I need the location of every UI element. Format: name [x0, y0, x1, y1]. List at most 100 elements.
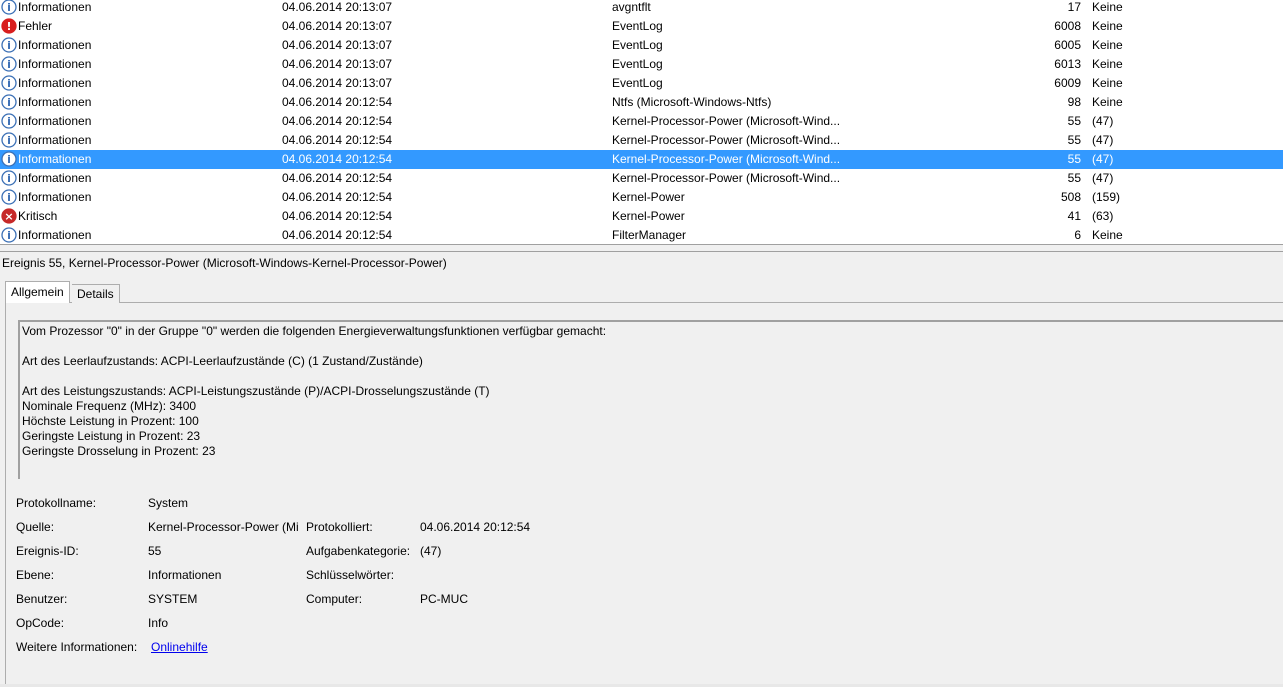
event-date: 04.06.2014 20:13:07 — [282, 0, 393, 14]
tab-general[interactable]: Allgemein — [5, 281, 70, 303]
info-icon: i — [1, 113, 17, 129]
event-row[interactable]: × Kritisch 04.06.2014 20:12:54 Kernel-Power… — [0, 207, 1283, 226]
info-icon: i — [1, 94, 17, 110]
event-row[interactable]: i Informationen 04.06.2014 20:13:07 EventLo… — [0, 55, 1283, 74]
svg-text:i: i — [7, 96, 11, 109]
event-date: 04.06.2014 20:13:07 — [282, 19, 393, 33]
event-source: EventLog — [612, 19, 663, 33]
message-line: Vom Prozessor "0" in der Gruppe "0" werd… — [22, 324, 607, 338]
level-value: Informationen — [148, 568, 222, 582]
event-source: Kernel-Processor-Power (Microsoft-Wind..… — [612, 171, 841, 185]
message-line: Nominale Frequenz (MHz): 3400 — [22, 399, 197, 413]
event-category: Keine — [1092, 38, 1123, 52]
event-row[interactable]: i Informationen 04.06.2014 20:12:54 Kernel-… — [0, 188, 1283, 207]
event-source: Ntfs (Microsoft-Windows-Ntfs) — [612, 95, 772, 109]
event-level: Informationen — [18, 228, 92, 242]
log-name-value: System — [148, 496, 189, 510]
event-row[interactable]: i Informationen 04.06.2014 20:12:54 Kernel-… — [0, 131, 1283, 150]
message-line: Art des Leerlaufzustands: ACPI-Leerlaufz… — [22, 354, 423, 368]
svg-text:i: i — [7, 134, 11, 147]
more-info-label: Weitere Informationen: — [16, 640, 138, 654]
message-line — [22, 369, 1283, 384]
event-category: (47) — [1092, 114, 1114, 128]
event-id: 508 — [1060, 190, 1081, 204]
logged-value: 04.06.2014 20:12:54 — [420, 520, 531, 534]
tab-details[interactable]: Details — [72, 284, 120, 303]
event-source: Kernel-Processor-Power (Microsoft-Wind..… — [612, 114, 841, 128]
event-date: 04.06.2014 20:12:54 — [282, 133, 393, 147]
info-icon: i — [1, 56, 17, 72]
svg-text:i: i — [7, 77, 11, 90]
event-level: Fehler — [18, 19, 53, 33]
event-date: 04.06.2014 20:12:54 — [282, 152, 393, 166]
event-id: 6009 — [1054, 76, 1081, 90]
log-name-label: Protokollname: — [16, 496, 97, 510]
info-icon: i — [1, 37, 17, 53]
event-category: Keine — [1092, 57, 1123, 71]
event-date: 04.06.2014 20:12:54 — [282, 95, 393, 109]
event-level: Informationen — [18, 38, 92, 52]
event-level: Informationen — [18, 171, 92, 185]
event-row[interactable]: i Informationen 04.06.2014 20:12:54 Kernel-… — [0, 112, 1283, 131]
opcode-label: OpCode: — [16, 616, 65, 630]
event-date: 04.06.2014 20:12:54 — [282, 171, 393, 185]
event-category: Keine — [1092, 0, 1123, 14]
event-id: 6 — [1074, 228, 1081, 242]
message-line: Art des Leistungszustands: ACPI-Leistung… — [22, 384, 490, 398]
event-row[interactable]: i Informationen 04.06.2014 20:12:54 Ntfs (M… — [0, 93, 1283, 112]
event-row[interactable]: i Informationen 04.06.2014 20:12:54 FilterM… — [0, 226, 1283, 244]
event-source: Kernel-Processor-Power (Microsoft-Wind..… — [612, 133, 841, 147]
event-source: Kernel-Power — [612, 190, 685, 204]
event-date: 04.06.2014 20:12:54 — [282, 114, 393, 128]
event-category: Keine — [1092, 76, 1123, 90]
event-row[interactable]: i Informationen 04.06.2014 20:13:07 EventLo… — [0, 74, 1283, 93]
event-category: (47) — [1092, 171, 1114, 185]
event-level: Informationen — [18, 76, 92, 90]
event-row[interactable]: i Informationen 04.06.2014 20:12:54 Kernel-… — [0, 150, 1283, 169]
event-source: EventLog — [612, 38, 663, 52]
event-row[interactable]: i Informationen 04.06.2014 20:12:54 Kernel-… — [0, 169, 1283, 188]
source-label: Quelle: — [16, 520, 55, 534]
event-id: 6005 — [1054, 38, 1081, 52]
event-source: EventLog — [612, 57, 663, 71]
svg-text:i: i — [7, 1, 11, 14]
info-icon: i — [1, 170, 17, 186]
info-icon: i — [1, 75, 17, 91]
event-id-value: 55 — [148, 544, 162, 558]
online-help-link[interactable]: Onlinehilfe — [151, 640, 208, 654]
task-category-label: Aufgabenkategorie: — [306, 544, 411, 558]
event-id: 6008 — [1054, 19, 1081, 33]
event-list[interactable]: i Informationen 04.06.2014 20:13:07 avgntfl… — [0, 0, 1283, 244]
svg-text:i: i — [7, 39, 11, 52]
event-level: Informationen — [18, 152, 92, 166]
event-level: Kritisch — [18, 209, 58, 223]
event-source: Kernel-Processor-Power (Microsoft-Wind..… — [612, 152, 841, 166]
info-icon: i — [1, 189, 17, 205]
event-message[interactable]: Vom Prozessor "0" in der Gruppe "0" werd… — [18, 320, 1283, 479]
critical-icon: × — [1, 208, 17, 224]
computer-label: Computer: — [306, 592, 363, 606]
keywords-label: Schlüsselwörter: — [306, 568, 395, 582]
error-icon: ! — [1, 18, 17, 34]
event-id: 17 — [1067, 0, 1081, 14]
event-category: Keine — [1092, 95, 1123, 109]
event-level: Informationen — [18, 133, 92, 147]
event-id: 98 — [1067, 95, 1081, 109]
opcode-value: Info — [148, 616, 169, 630]
event-date: 04.06.2014 20:12:54 — [282, 228, 393, 242]
event-source: EventLog — [612, 76, 663, 90]
event-row[interactable]: ! Fehler 04.06.2014 20:13:07 EventLog 6008 Ke… — [0, 17, 1283, 36]
event-level: Informationen — [18, 95, 92, 109]
event-id: 55 — [1067, 133, 1081, 147]
message-line: Höchste Leistung in Prozent: 100 — [22, 414, 199, 428]
event-id: 6013 — [1054, 57, 1081, 71]
event-row[interactable]: i Informationen 04.06.2014 20:13:07 avgntfl… — [0, 0, 1283, 17]
computer-value: PC-MUC — [420, 592, 468, 606]
info-icon: i — [1, 227, 17, 243]
svg-text:i: i — [7, 58, 11, 71]
pane-splitter[interactable] — [0, 244, 1283, 252]
svg-text:i: i — [7, 172, 11, 185]
event-source: FilterManager — [612, 228, 687, 242]
event-row[interactable]: i Informationen 04.06.2014 20:13:07 EventLo… — [0, 36, 1283, 55]
event-id: 55 — [1067, 114, 1081, 128]
